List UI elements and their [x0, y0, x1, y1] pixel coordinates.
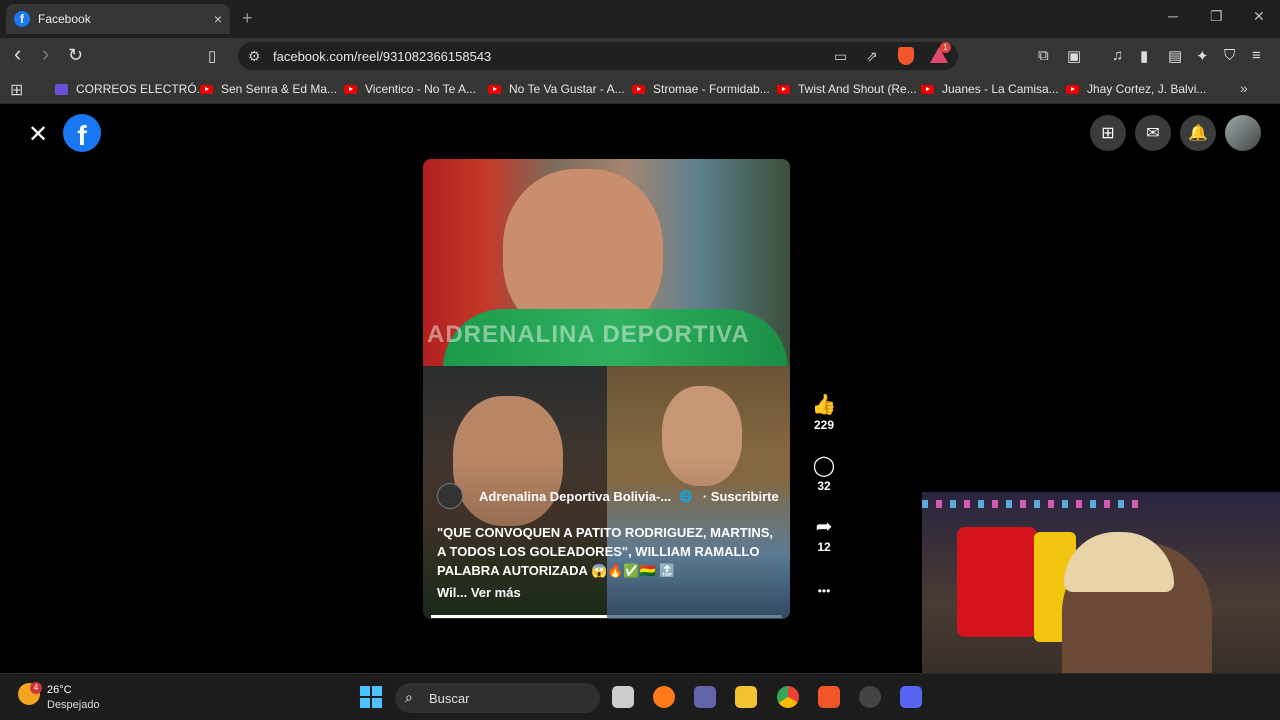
wallet-icon[interactable]: ▤ — [1168, 47, 1182, 65]
close-reel-icon[interactable]: ✕ — [28, 120, 48, 149]
facebook-favicon-icon: f — [14, 11, 30, 27]
video-progress-bar[interactable] — [431, 615, 782, 618]
string-lights — [922, 500, 1142, 508]
weather-condition[interactable]: Despejado — [47, 699, 100, 711]
video-frame-top: ADRENALINA DEPORTIVA — [423, 159, 790, 369]
share-button[interactable]: ➦ 12 — [808, 516, 840, 554]
profile-avatar[interactable] — [1225, 115, 1261, 151]
tab-facebook[interactable]: f Facebook × — [6, 4, 230, 34]
discord-icon[interactable] — [900, 686, 922, 708]
screenshot-icon[interactable]: ▣ — [1067, 47, 1081, 65]
teams-icon[interactable] — [694, 686, 716, 708]
task-view-icon[interactable] — [612, 686, 634, 708]
bookmark-item[interactable]: Stromae - Formidab... — [632, 82, 770, 96]
youtube-icon — [921, 84, 934, 94]
author-avatar[interactable] — [437, 483, 463, 509]
windows-taskbar: 4 26°C Despejado ⌕ Buscar — [0, 673, 1280, 720]
site-info-icon[interactable]: ⚙ — [248, 48, 261, 65]
weather-badge: 4 — [30, 682, 42, 694]
subscribe-link[interactable]: · Suscribirte — [703, 489, 779, 504]
url-text[interactable]: facebook.com/reel/931082366158543 — [273, 49, 491, 64]
globe-icon: 🌐 — [679, 490, 693, 503]
address-bar[interactable]: ⚙ facebook.com/reel/931082366158543 ▭ ⇗ — [238, 42, 958, 70]
share-arrow-icon: ➦ — [815, 516, 833, 538]
more-bookmarks-icon[interactable]: » — [1240, 80, 1248, 96]
media-icon[interactable]: ♫ — [1112, 47, 1123, 64]
menu-grid-icon[interactable]: ⊞ — [1090, 115, 1126, 151]
reload-icon[interactable]: ↻ — [68, 45, 83, 66]
firefox-icon[interactable] — [653, 686, 675, 708]
mail-icon — [55, 83, 68, 95]
bookmark-item[interactable]: Juanes - La Camisa... — [921, 82, 1059, 96]
share-count: 12 — [817, 540, 831, 554]
like-button[interactable]: 👍 229 — [808, 394, 840, 432]
cast-icon[interactable]: ▭ — [834, 48, 847, 65]
more-dots-icon: ••• — [817, 584, 831, 598]
bookmark-item[interactable]: Sen Senra & Ed Ma... — [200, 82, 337, 96]
bookmark-icon[interactable]: ▯ — [208, 47, 216, 65]
sidebar-icon[interactable]: ▮ — [1140, 47, 1148, 65]
video-watermark: ADRENALINA DEPORTIVA — [427, 321, 750, 348]
browser-toolbar: ‹ › ↻ ▯ ⚙ facebook.com/reel/931082366158… — [0, 38, 1280, 74]
maximize-icon[interactable]: ❐ — [1210, 8, 1223, 25]
bookmarks-bar: ⊞ CORREOS ELECTRÓ... Sen Senra & Ed Ma..… — [0, 74, 1280, 104]
chrome-icon[interactable] — [777, 686, 799, 708]
youtube-icon — [632, 84, 645, 94]
extensions-icon[interactable]: ⧉ — [1038, 47, 1049, 64]
author-name[interactable]: Adrenalina Deportiva Bolivia-... — [479, 489, 671, 504]
youtube-icon — [344, 84, 357, 94]
streamer-cap — [1064, 532, 1174, 592]
back-icon[interactable]: ‹ — [14, 41, 21, 67]
bookmark-item[interactable]: CORREOS ELECTRÓ... — [55, 82, 207, 96]
reel-video[interactable]: ADRENALINA DEPORTIVA Adrenalina Deportiv… — [423, 159, 790, 619]
youtube-icon — [777, 84, 790, 94]
file-explorer-icon[interactable] — [735, 686, 757, 708]
search-placeholder: Buscar — [429, 690, 470, 706]
bookmark-item[interactable]: No Te Va Gustar - A... — [488, 82, 625, 96]
window-close-icon[interactable]: ✕ — [1253, 8, 1265, 25]
temperature[interactable]: 26°C — [47, 684, 72, 696]
tab-title: Facebook — [38, 12, 91, 26]
bookmark-item[interactable]: Twist And Shout (Re... — [777, 82, 917, 96]
menu-icon[interactable]: ≡ — [1252, 47, 1261, 64]
notifications-bell-icon[interactable]: 🔔 — [1180, 115, 1216, 151]
red-jersey — [957, 527, 1037, 637]
youtube-icon — [1066, 84, 1079, 94]
forward-icon[interactable]: › — [42, 41, 49, 67]
obs-icon[interactable] — [859, 686, 881, 708]
comment-button[interactable]: ◯ 32 — [808, 455, 840, 493]
taskbar-search[interactable]: ⌕ Buscar — [395, 683, 600, 713]
see-more-link[interactable]: Wil... Ver más — [437, 585, 521, 600]
vpn-icon[interactable]: ⛉ — [1224, 47, 1235, 64]
messenger-icon[interactable]: ✉ — [1135, 115, 1171, 151]
leo-ai-icon[interactable]: ✦ — [1196, 47, 1209, 65]
reel-author: Adrenalina Deportiva Bolivia-... 🌐 · Sus… — [437, 483, 779, 509]
brave-shields-icon[interactable] — [898, 47, 914, 65]
tab-close-icon[interactable]: × — [214, 11, 222, 27]
new-tab-button[interactable]: + — [242, 8, 253, 29]
brave-icon[interactable] — [818, 686, 840, 708]
video-progress-fill — [431, 615, 607, 618]
rewards-badge: 1 — [940, 42, 951, 53]
more-options-button[interactable]: ••• — [808, 580, 840, 602]
like-count: 229 — [813, 418, 835, 432]
windows-start-icon[interactable] — [360, 686, 382, 708]
tab-bar: f Facebook × + ─ ❐ ✕ — [0, 0, 1280, 38]
minimize-icon[interactable]: ─ — [1168, 8, 1178, 24]
like-icon: 👍 — [811, 394, 837, 416]
share-icon[interactable]: ⇗ — [866, 48, 878, 65]
reel-caption: "QUE CONVOQUEN A PATITO RODRIGUEZ, MARTI… — [437, 525, 773, 578]
youtube-icon — [488, 84, 501, 94]
youtube-icon — [200, 84, 213, 94]
search-icon: ⌕ — [405, 689, 413, 705]
bookmark-item[interactable]: Vicentico - No Te A... — [344, 82, 476, 96]
comment-count: 32 — [817, 479, 831, 493]
bookmark-item[interactable]: Jhay Cortez, J. Balvi... — [1066, 82, 1206, 96]
facebook-logo[interactable]: f — [63, 114, 101, 152]
comment-icon: ◯ — [812, 455, 836, 477]
apps-grid-icon[interactable]: ⊞ — [10, 80, 23, 100]
